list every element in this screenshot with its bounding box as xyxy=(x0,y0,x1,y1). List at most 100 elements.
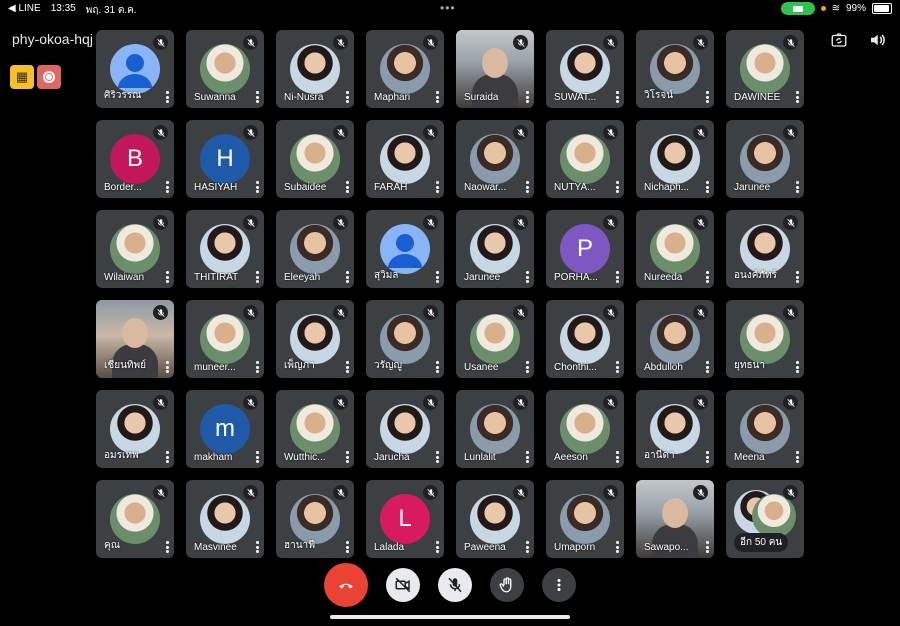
more-vert-icon[interactable] xyxy=(525,181,529,193)
more-vert-icon[interactable] xyxy=(525,271,529,283)
more-vert-icon[interactable] xyxy=(615,91,619,103)
more-vert-icon[interactable] xyxy=(255,541,259,553)
participant-tile[interactable]: H HASIYAH xyxy=(186,120,264,198)
more-vert-icon[interactable] xyxy=(345,181,349,193)
more-vert-icon[interactable] xyxy=(795,181,799,193)
raise-hand-button[interactable] xyxy=(490,568,524,602)
participant-tile[interactable]: Nichaph... xyxy=(636,120,714,198)
more-options-button[interactable] xyxy=(542,568,576,602)
participant-tile[interactable]: Maphari xyxy=(366,30,444,108)
more-vert-icon[interactable] xyxy=(255,181,259,193)
more-vert-icon[interactable] xyxy=(165,91,169,103)
participant-tile[interactable]: สุวิมล xyxy=(366,210,444,288)
more-vert-icon[interactable] xyxy=(525,451,529,463)
more-vert-icon[interactable] xyxy=(615,451,619,463)
participant-tile[interactable]: Aeeson xyxy=(546,390,624,468)
participant-tile[interactable]: Suraida xyxy=(456,30,534,108)
more-vert-icon[interactable] xyxy=(705,91,709,103)
end-call-button[interactable] xyxy=(324,563,368,607)
participant-tile[interactable]: Eleeyah xyxy=(276,210,354,288)
participant-tile[interactable]: m makham xyxy=(186,390,264,468)
participant-tile[interactable]: Lunlalit xyxy=(456,390,534,468)
more-vert-icon[interactable] xyxy=(345,271,349,283)
camera-toggle-button[interactable] xyxy=(386,568,420,602)
more-vert-icon[interactable] xyxy=(795,451,799,463)
participant-tile[interactable]: Sawapo... xyxy=(636,480,714,558)
participant-tile[interactable]: เพ็ญภา xyxy=(276,300,354,378)
more-vert-icon[interactable] xyxy=(525,91,529,103)
switch-camera-icon[interactable] xyxy=(830,31,848,49)
participant-tile[interactable]: B Border... xyxy=(96,120,174,198)
more-vert-icon[interactable] xyxy=(165,451,169,463)
participant-tile[interactable]: ยุทธนา xyxy=(726,300,804,378)
participant-tile[interactable]: DAWINEE xyxy=(726,30,804,108)
participant-tile[interactable]: ฮานาฟี xyxy=(276,480,354,558)
more-vert-icon[interactable] xyxy=(435,541,439,553)
participant-tile[interactable]: Jarunee xyxy=(726,120,804,198)
recording-icon[interactable] xyxy=(37,65,61,89)
participant-tile[interactable]: Suwanna xyxy=(186,30,264,108)
participant-tile[interactable]: Chonthi... xyxy=(546,300,624,378)
more-vert-icon[interactable] xyxy=(165,541,169,553)
participant-tile[interactable]: เชียนทิพย์ xyxy=(96,300,174,378)
more-vert-icon[interactable] xyxy=(705,361,709,373)
participant-tile[interactable]: Abdulloh xyxy=(636,300,714,378)
participant-tile[interactable]: Subaidee xyxy=(276,120,354,198)
participant-tile[interactable]: Usanee xyxy=(456,300,534,378)
more-vert-icon[interactable] xyxy=(615,271,619,283)
participant-tile[interactable]: THITIRAT xyxy=(186,210,264,288)
more-vert-icon[interactable] xyxy=(165,181,169,193)
participant-tile[interactable]: P PORHA... xyxy=(546,210,624,288)
more-vert-icon[interactable] xyxy=(345,541,349,553)
more-vert-icon[interactable] xyxy=(165,361,169,373)
participant-tile[interactable]: FARAH xyxy=(366,120,444,198)
participant-tile[interactable]: Meena xyxy=(726,390,804,468)
meeting-code[interactable]: phy-okoa-hqj▸ xyxy=(12,31,102,47)
participant-tile[interactable]: วิโรจน์ xyxy=(636,30,714,108)
participant-tile[interactable]: Naowar... xyxy=(456,120,534,198)
more-vert-icon[interactable] xyxy=(525,361,529,373)
more-vert-icon[interactable] xyxy=(435,271,439,283)
participant-tile[interactable]: อมรเทพ xyxy=(96,390,174,468)
participant-tile[interactable]: Jarunee xyxy=(456,210,534,288)
participant-tile[interactable]: Wilaiwan xyxy=(96,210,174,288)
more-vert-icon[interactable] xyxy=(795,361,799,373)
more-vert-icon[interactable] xyxy=(345,91,349,103)
more-vert-icon[interactable] xyxy=(615,181,619,193)
mic-toggle-button[interactable] xyxy=(438,568,472,602)
more-vert-icon[interactable] xyxy=(795,91,799,103)
more-vert-icon[interactable] xyxy=(435,181,439,193)
more-vert-icon[interactable] xyxy=(795,271,799,283)
more-vert-icon[interactable] xyxy=(615,361,619,373)
more-vert-icon[interactable] xyxy=(705,541,709,553)
participant-tile[interactable]: ศิริวรรณ xyxy=(96,30,174,108)
more-vert-icon[interactable] xyxy=(615,541,619,553)
more-vert-icon[interactable] xyxy=(255,91,259,103)
more-vert-icon[interactable] xyxy=(165,271,169,283)
participant-tile[interactable]: Nureeda xyxy=(636,210,714,288)
participant-tile[interactable]: Paweena xyxy=(456,480,534,558)
more-vert-icon[interactable] xyxy=(435,361,439,373)
more-vert-icon[interactable] xyxy=(255,271,259,283)
participant-tile[interactable]: Jarucha xyxy=(366,390,444,468)
more-vert-icon[interactable] xyxy=(705,451,709,463)
more-vert-icon[interactable] xyxy=(705,181,709,193)
participant-tile[interactable]: Ni-Nusra xyxy=(276,30,354,108)
participant-tile[interactable]: muneer... xyxy=(186,300,264,378)
speaker-icon[interactable] xyxy=(868,31,886,49)
more-vert-icon[interactable] xyxy=(435,451,439,463)
more-vert-icon[interactable] xyxy=(255,451,259,463)
participant-tile[interactable]: Masvinee xyxy=(186,480,264,558)
participant-tile[interactable]: NUTYA... xyxy=(546,120,624,198)
participant-tile[interactable]: Umaporn xyxy=(546,480,624,558)
participant-tile[interactable]: อานีดา xyxy=(636,390,714,468)
more-vert-icon[interactable] xyxy=(435,91,439,103)
more-vert-icon[interactable] xyxy=(705,271,709,283)
participant-tile[interactable]: วรัญญู xyxy=(366,300,444,378)
no-captions-icon[interactable]: ▦ xyxy=(10,65,34,89)
participant-tile[interactable]: Wutthic... xyxy=(276,390,354,468)
back-to-app-link[interactable]: ◀ LINE xyxy=(8,3,41,18)
participant-tile[interactable]: อนงค์ภัทร์ xyxy=(726,210,804,288)
more-vert-icon[interactable] xyxy=(525,541,529,553)
more-vert-icon[interactable] xyxy=(255,361,259,373)
